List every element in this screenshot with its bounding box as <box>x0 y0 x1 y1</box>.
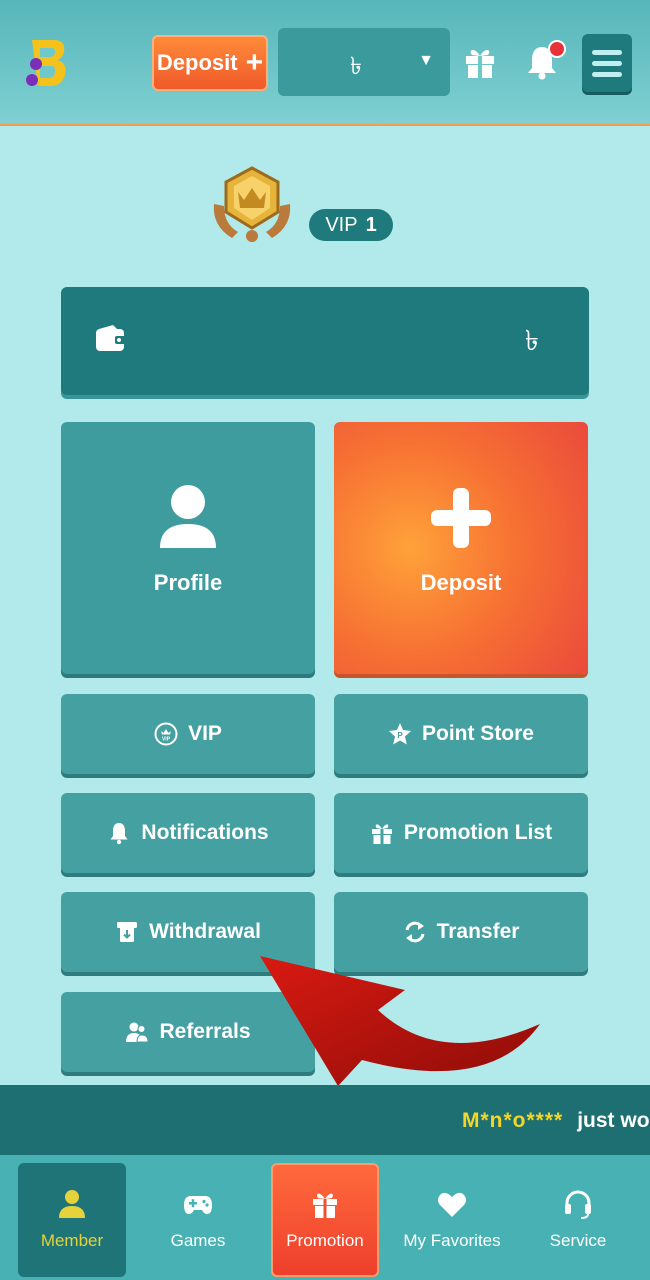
transfer-label: Transfer <box>436 920 520 943</box>
ticker-text: M*n*o**** just wo <box>462 1109 650 1133</box>
gamepad-icon <box>184 1196 212 1214</box>
bell-icon <box>110 823 128 845</box>
vip-level-badge: VIP 1 <box>309 209 393 241</box>
notifications-label: Notifications <box>141 821 269 844</box>
annotation-arrow <box>260 956 540 1086</box>
people-icon <box>126 1022 149 1043</box>
top-header: Deposit + ৳ ▼ <box>0 0 650 126</box>
gift-icon[interactable] <box>462 44 498 80</box>
notifications-tile[interactable]: Notifications <box>61 793 315 873</box>
user-icon <box>160 485 216 548</box>
plus-icon: + <box>245 46 264 79</box>
gift-icon <box>313 1193 337 1218</box>
nav-service-label: Service <box>549 1231 607 1250</box>
nav-promotion[interactable]: Promotion <box>271 1163 379 1277</box>
atm-icon <box>117 922 138 942</box>
ticker-user: M*n*o**** <box>462 1109 564 1132</box>
profile-label: Profile <box>153 570 223 595</box>
nav-promotion-label: Promotion <box>286 1231 364 1250</box>
nav-games[interactable]: Games <box>144 1163 252 1277</box>
wallet-balance-bar: ৳ <box>61 287 589 395</box>
ticker-message: just wo <box>577 1109 650 1132</box>
svg-text:P: P <box>397 731 403 740</box>
gift-icon <box>371 824 392 844</box>
promotion-list-tile[interactable]: Promotion List <box>334 793 588 873</box>
swap-arrows-icon <box>405 921 425 943</box>
deposit-label: Deposit <box>420 570 502 595</box>
header-deposit-label: Deposit <box>156 50 238 75</box>
point-store-label: Point Store <box>421 722 534 745</box>
star-badge-icon: P <box>388 723 411 745</box>
referrals-label: Referrals <box>159 1020 251 1043</box>
user-icon <box>59 1190 85 1218</box>
vip-badge-level: 1 <box>365 213 377 236</box>
wallet-icon <box>96 325 126 351</box>
promotion-list-label: Promotion List <box>403 821 553 844</box>
svg-text:VIP: VIP <box>162 737 171 743</box>
vip-badge-label: VIP <box>325 213 358 236</box>
heart-icon <box>438 1192 466 1217</box>
nav-my-favorites-label: My Favorites <box>403 1231 501 1250</box>
notification-dot <box>548 40 566 58</box>
nav-member-label: Member <box>40 1231 104 1250</box>
header-deposit-button[interactable]: Deposit + <box>152 35 268 91</box>
profile-tile[interactable]: Profile <box>61 422 315 674</box>
bottom-navigation: Member Games Promotion My Favorites Serv… <box>0 1155 650 1280</box>
brand-logo[interactable] <box>24 36 70 88</box>
vip-tile[interactable]: VIP VIP <box>61 694 315 774</box>
deposit-tile[interactable]: Deposit <box>334 422 588 674</box>
nav-member[interactable]: Member <box>18 1163 126 1277</box>
balance-currency: ৳ <box>350 53 362 80</box>
withdrawal-label: Withdrawal <box>149 920 261 943</box>
point-store-tile[interactable]: P Point Store <box>334 694 588 774</box>
headset-icon <box>565 1190 591 1219</box>
wallet-currency: ৳ <box>525 325 539 356</box>
chevron-down-icon: ▼ <box>418 52 434 69</box>
vip-crown-icon: VIP <box>154 722 178 746</box>
plus-icon <box>431 488 491 548</box>
vip-medal-icon <box>213 166 291 242</box>
nav-service[interactable]: Service <box>524 1163 632 1277</box>
balance-dropdown[interactable]: ৳ ▼ <box>278 28 450 96</box>
hamburger-menu-icon[interactable] <box>582 34 632 92</box>
nav-my-favorites[interactable]: My Favorites <box>398 1163 506 1277</box>
winner-ticker: M*n*o**** just wo <box>0 1085 650 1155</box>
vip-tile-label: VIP <box>188 722 222 745</box>
nav-games-label: Games <box>170 1231 226 1250</box>
